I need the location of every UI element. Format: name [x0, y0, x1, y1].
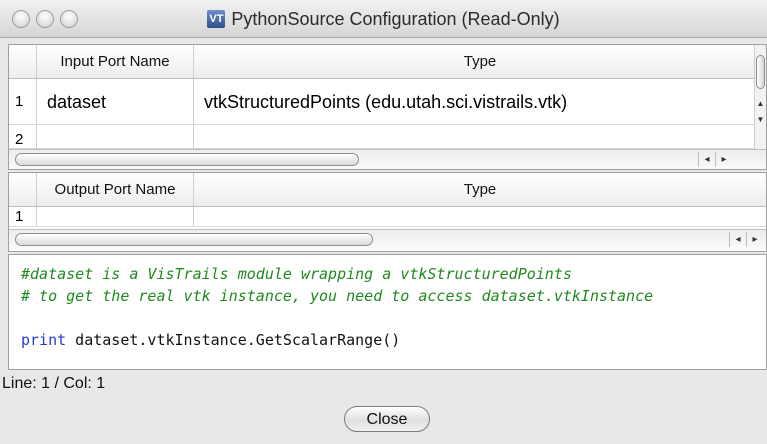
configuration-window: VT PythonSource Configuration (Read-Only… [0, 0, 767, 444]
scroll-arrows: ◂ ▸ [729, 232, 763, 247]
code-comment-line: #dataset is a VisTrails module wrapping … [21, 265, 572, 283]
close-button[interactable]: Close [344, 406, 430, 432]
port-type-cell[interactable]: vtkStructuredPoints (edu.utah.sci.vistra… [194, 79, 766, 124]
port-name-cell[interactable] [37, 125, 194, 148]
row-number: 2 [9, 125, 37, 148]
table-row[interactable]: 2 [9, 125, 766, 149]
port-name-cell[interactable]: dataset [37, 79, 194, 124]
code-comment-line: # to get the real vtk instance, you need… [21, 287, 654, 305]
output-horizontal-scrollbar[interactable]: ◂ ▸ [9, 229, 766, 249]
vistrails-app-icon: VT [207, 10, 226, 28]
header-corner [9, 173, 37, 206]
window-title: PythonSource Configuration (Read-Only) [231, 8, 560, 29]
port-name-cell[interactable] [37, 207, 194, 226]
output-port-table: Output Port Name Type 1 ◂ ▸ [8, 172, 767, 252]
code-text: dataset.vtkInstance.GetScalarRange() [66, 331, 401, 349]
table-row[interactable]: 1 dataset vtkStructuredPoints (edu.utah.… [9, 79, 766, 125]
port-type-cell[interactable] [194, 207, 766, 226]
code-editor[interactable]: #dataset is a VisTrails module wrapping … [8, 254, 767, 370]
code-statement-line: print dataset.vtkInstance.GetScalarRange… [21, 329, 766, 351]
vertical-scroll-thumb[interactable] [756, 55, 765, 89]
scroll-right-arrow-icon[interactable]: ▸ [746, 232, 763, 247]
scroll-up-arrow-icon[interactable]: ▲ [755, 99, 766, 108]
row-number: 1 [9, 207, 37, 226]
scroll-right-arrow-icon[interactable]: ▸ [715, 152, 732, 167]
scroll-left-arrow-icon[interactable]: ◂ [698, 152, 715, 167]
header-corner [9, 45, 37, 78]
output-port-header: Output Port Name Type [9, 173, 766, 207]
input-horizontal-scrollbar[interactable]: ◂ ▸ [9, 149, 766, 169]
input-port-table: Input Port Name Type 1 dataset vtkStruct… [8, 44, 767, 170]
scroll-arrows: ◂ ▸ [698, 152, 732, 167]
row-number: 1 [9, 79, 37, 124]
table-row[interactable]: 1 [9, 207, 766, 227]
scroll-down-arrow-icon[interactable]: ▼ [755, 115, 766, 124]
port-type-cell[interactable] [194, 125, 766, 148]
cursor-position-status: Line: 1 / Col: 1 [2, 375, 106, 392]
input-vertical-scrollbar[interactable]: ▲ ▼ [754, 45, 766, 151]
title-wrap: VT PythonSource Configuration (Read-Only… [0, 0, 767, 38]
input-port-name-header[interactable]: Input Port Name [37, 45, 194, 78]
code-keyword: print [21, 331, 67, 349]
title-bar: VT PythonSource Configuration (Read-Only… [0, 0, 767, 38]
horizontal-scroll-thumb[interactable] [15, 153, 359, 166]
scroll-left-arrow-icon[interactable]: ◂ [729, 232, 746, 247]
output-port-type-header[interactable]: Type [194, 173, 766, 206]
horizontal-scroll-thumb[interactable] [15, 233, 373, 246]
input-port-type-header[interactable]: Type [194, 45, 766, 78]
input-port-header: Input Port Name Type [9, 45, 766, 79]
output-port-name-header[interactable]: Output Port Name [37, 173, 194, 206]
